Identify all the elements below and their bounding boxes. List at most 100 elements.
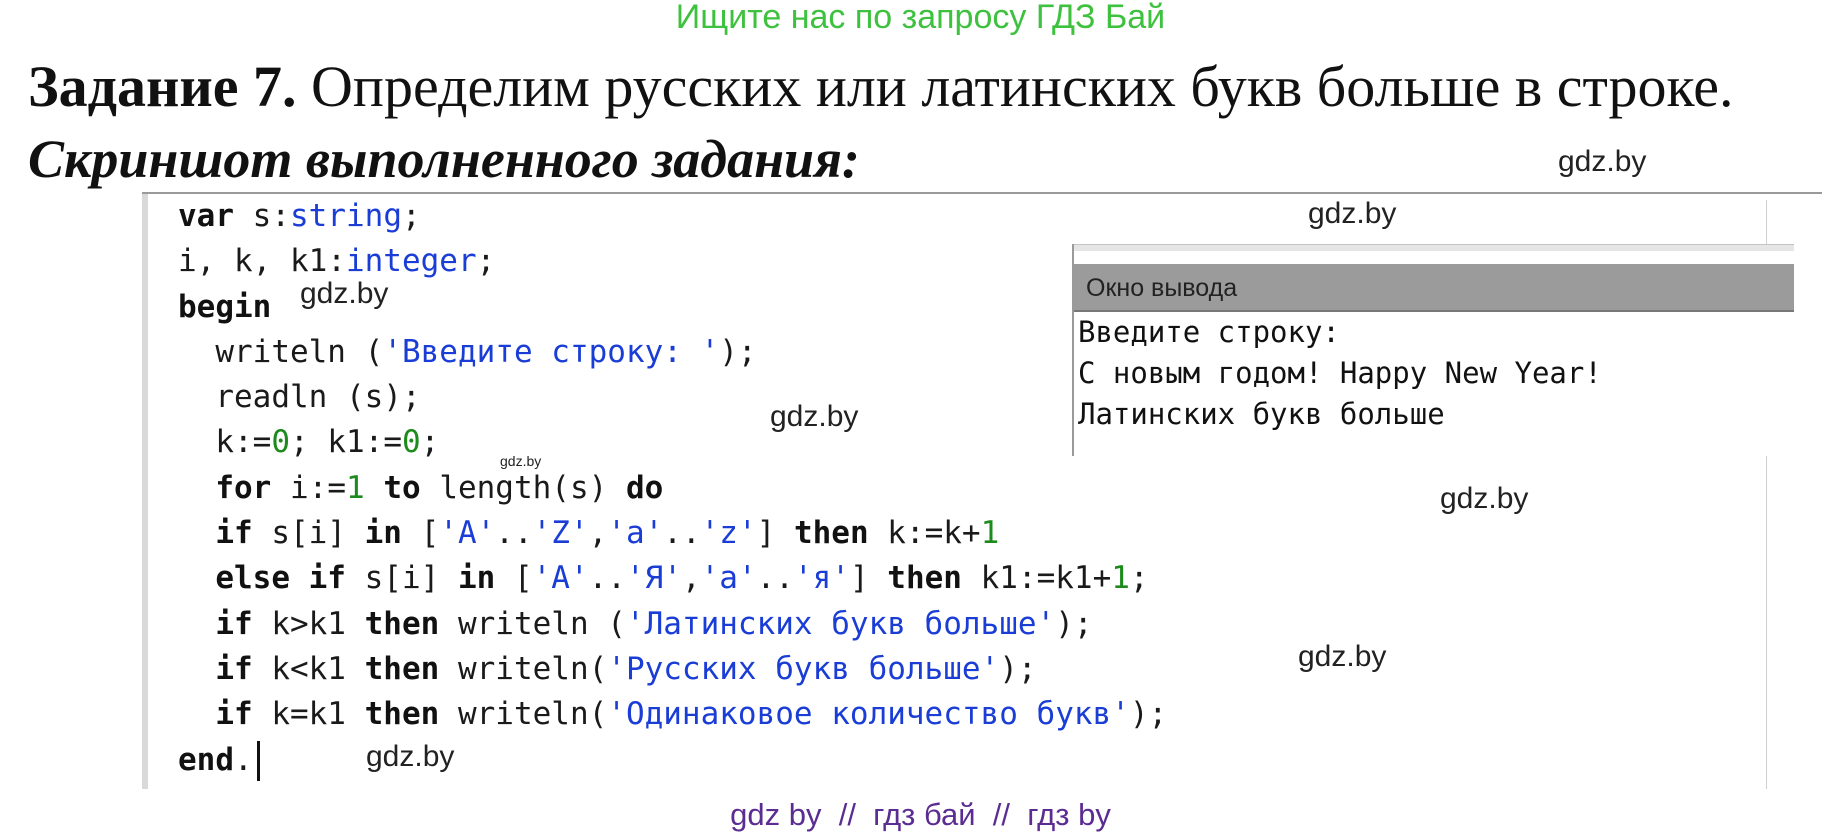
code-keyword: if bbox=[215, 696, 253, 733]
top-banner: Ищите нас по запросу ГДЗ Бай bbox=[675, 0, 1166, 36]
screenshot-caption: Скриншот выполненного задания: bbox=[28, 129, 860, 189]
code-string: 'a' bbox=[607, 515, 664, 552]
task-text: Определим русских или латинских букв бол… bbox=[296, 54, 1734, 119]
code-text: [ bbox=[401, 515, 440, 552]
task-label: Задание 7. bbox=[28, 54, 297, 119]
code-text: i:= bbox=[271, 469, 346, 506]
code-number: 1 bbox=[980, 515, 1000, 552]
code-keyword: then bbox=[364, 605, 440, 642]
code-line: else if s[i] in ['А'..'Я','а'..'я'] then… bbox=[178, 556, 1167, 601]
code-text: ] bbox=[756, 515, 794, 552]
output-window-title: Окно вывода bbox=[1074, 264, 1794, 312]
watermark: gdz.by bbox=[1558, 145, 1647, 178]
code-string: 'я' bbox=[793, 560, 850, 597]
code-text: ; bbox=[476, 243, 496, 280]
code-text: ; bbox=[420, 424, 440, 461]
code-keyword: begin bbox=[178, 288, 272, 325]
code-line: for i:=1 to length(s) do bbox=[178, 466, 1167, 511]
code-string: 'Введите строку: ' bbox=[383, 333, 720, 370]
code-line: if k>k1 then writeln ('Латинских букв бо… bbox=[178, 602, 1167, 647]
code-text: s[i] bbox=[252, 515, 365, 552]
code-string: 'Одинаковое количество букв' bbox=[607, 696, 1130, 733]
code-line: if k<k1 then writeln('Русских букв больш… bbox=[178, 647, 1167, 692]
code-string: 'Я' bbox=[625, 560, 682, 597]
code-text: k=k1 bbox=[252, 696, 365, 733]
code-keyword: do bbox=[625, 469, 664, 506]
watermark: gdz.by bbox=[366, 740, 455, 773]
code-line: if s[i] in ['A'..'Z','a'..'z'] then k:=k… bbox=[178, 511, 1167, 556]
output-window: Окно вывода Введите строку: С новым годо… bbox=[1072, 244, 1794, 456]
code-string: 'а' bbox=[700, 560, 757, 597]
code-text: k:=k+ bbox=[868, 515, 981, 552]
code-text: length(s) bbox=[420, 469, 626, 506]
code-type: string bbox=[290, 198, 402, 234]
output-window-edge bbox=[1074, 244, 1794, 251]
code-text: ] bbox=[849, 560, 888, 597]
code-text: ); bbox=[719, 333, 757, 370]
code-text: ; bbox=[401, 198, 421, 234]
code-keyword: else if bbox=[215, 560, 346, 597]
code-text: ; bbox=[1129, 560, 1149, 597]
code-keyword: then bbox=[793, 515, 869, 552]
watermark: gdz.by bbox=[500, 453, 542, 469]
code-text: s: bbox=[234, 198, 290, 234]
code-keyword: in bbox=[364, 515, 402, 552]
code-keyword: if bbox=[215, 515, 253, 552]
code-string: 'Z' bbox=[532, 515, 589, 552]
code-text: s[i] bbox=[345, 560, 458, 597]
code-keyword: then bbox=[887, 560, 962, 597]
code-line: if k=k1 then writeln('Одинаковое количес… bbox=[178, 692, 1167, 737]
code-text: , bbox=[681, 560, 701, 597]
code-text: ); bbox=[1129, 696, 1168, 733]
code-text: k>k1 bbox=[252, 605, 365, 642]
output-text: Введите строку: С новым годом! Happy New… bbox=[1078, 312, 1602, 435]
code-number: 0 bbox=[271, 424, 290, 461]
code-keyword: then bbox=[364, 650, 440, 687]
code-string: 'Латинских букв больше' bbox=[625, 605, 1056, 642]
code-text: writeln ( bbox=[178, 333, 384, 370]
code-text: ); bbox=[1055, 605, 1093, 642]
text-cursor bbox=[256, 741, 260, 782]
code-number: 0 bbox=[401, 424, 421, 461]
watermark: gdz.by bbox=[1308, 197, 1397, 230]
code-string: 'А' bbox=[532, 560, 589, 597]
task-title: Задание 7. Определим русских или латинск… bbox=[28, 52, 1734, 122]
code-line: writeln ('Введите строку: '); bbox=[178, 330, 1167, 375]
code-keyword: to bbox=[383, 469, 421, 506]
code-number: 1 bbox=[1111, 560, 1130, 597]
code-text: readln (s); bbox=[178, 379, 421, 416]
code-text: .. bbox=[588, 560, 626, 597]
watermark: gdz.by bbox=[770, 400, 859, 433]
code-keyword: if bbox=[215, 650, 253, 687]
code-string: 'z' bbox=[700, 515, 757, 552]
code-text: k<k1 bbox=[252, 650, 365, 687]
code-text: [ bbox=[495, 560, 533, 597]
code-text: k:= bbox=[178, 424, 272, 461]
code-keyword: then bbox=[364, 696, 440, 733]
code-keyword: for bbox=[215, 469, 272, 506]
code-text: ; k1:= bbox=[290, 424, 402, 461]
watermark: gdz.by bbox=[1298, 640, 1387, 673]
code-text: . bbox=[234, 741, 253, 778]
code-text: , bbox=[588, 515, 608, 552]
code-text: ); bbox=[999, 650, 1037, 687]
code-line: k:=0; k1:=0; bbox=[178, 420, 1167, 465]
code-text: .. bbox=[495, 515, 533, 552]
code-line: readln (s); bbox=[178, 375, 1167, 420]
code-string: 'Русских букв больше' bbox=[607, 650, 1000, 687]
code-number: 1 bbox=[345, 469, 365, 506]
code-text: k1:=k1+ bbox=[961, 560, 1112, 597]
code-string: 'A' bbox=[439, 515, 496, 552]
code-type: integer bbox=[345, 243, 477, 280]
code-line: end. bbox=[178, 738, 1167, 783]
code-text: i, k, k1: bbox=[178, 243, 346, 280]
watermark: gdz.by bbox=[300, 277, 389, 310]
code-text: writeln( bbox=[439, 650, 608, 687]
watermark: gdz.by bbox=[1440, 482, 1529, 515]
code-text: writeln ( bbox=[439, 605, 626, 642]
